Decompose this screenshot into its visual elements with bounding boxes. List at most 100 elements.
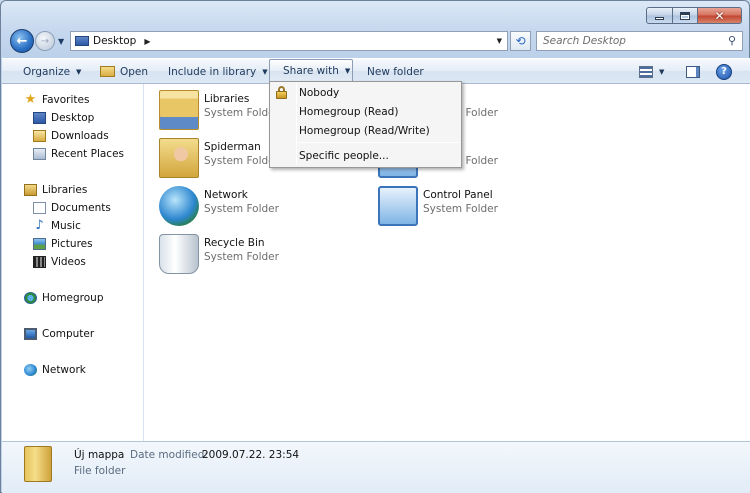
forward-button[interactable]: → (35, 31, 55, 51)
close-button[interactable]: ✕ (698, 7, 742, 24)
maximize-button[interactable] (673, 7, 698, 24)
desktop-icon (75, 36, 89, 46)
item-type: System Folder (204, 155, 279, 167)
nav-item-label: Desktop (51, 112, 95, 124)
libraries-icon (24, 184, 37, 196)
nav-item-videos[interactable]: Videos (33, 256, 86, 268)
item-name: Libraries (204, 93, 250, 105)
list-item-libraries[interactable]: Libraries System Folder (159, 90, 279, 130)
share-label: Share with (283, 65, 339, 77)
menu-item-label: Specific people... (299, 149, 389, 162)
item-type: System Folder (204, 107, 279, 119)
back-arrow-icon: ← (16, 33, 28, 49)
recycle-bin-icon (159, 234, 199, 274)
libraries-folder-icon (159, 90, 199, 130)
address-bar[interactable]: Desktop ▶ ▼ (70, 31, 508, 51)
user-folder-icon (159, 138, 199, 178)
nav-favorites[interactable]: ★ Favorites (24, 92, 90, 107)
refresh-button[interactable]: ⟲ (510, 31, 531, 51)
menu-item-homegroup-read[interactable]: Homegroup (Read) (272, 102, 459, 121)
nav-favorites-label: Favorites (42, 94, 90, 106)
breadcrumb-desktop[interactable]: Desktop (93, 35, 136, 47)
item-type: System Folder (423, 203, 498, 215)
nav-homegroup[interactable]: Homegroup (24, 292, 104, 304)
nav-computer-label: Computer (42, 328, 95, 340)
open-folder-icon (100, 66, 115, 77)
close-icon: ✕ (714, 8, 725, 23)
help-button[interactable]: ? (716, 59, 732, 84)
forward-arrow-icon: → (40, 35, 50, 47)
downloads-folder-icon (33, 130, 46, 142)
menu-item-label: Homegroup (Read/Write) (299, 124, 430, 137)
include-in-library-button[interactable]: Include in library ▼ (168, 59, 268, 84)
nav-item-label: Recent Places (51, 148, 125, 160)
search-icon[interactable]: ⚲ (728, 34, 736, 47)
nav-item-label: Downloads (51, 130, 109, 142)
computer-icon (24, 328, 37, 340)
organize-button[interactable]: Organize ▼ (23, 59, 81, 84)
minimize-button[interactable] (646, 7, 673, 24)
chevron-down-icon: ▼ (76, 67, 82, 76)
recent-pages-button[interactable]: ▼ (58, 37, 64, 46)
menu-separator (298, 142, 459, 143)
nav-item-label: Documents (51, 202, 111, 214)
breadcrumb-chevron-icon[interactable]: ▶ (144, 37, 150, 46)
chevron-down-icon: ▼ (344, 67, 351, 75)
nav-homegroup-label: Homegroup (42, 292, 104, 304)
documents-icon (33, 202, 46, 214)
menu-item-label: Nobody (299, 86, 340, 99)
nav-network[interactable]: Network (24, 364, 86, 376)
menu-item-nobody[interactable]: Nobody (272, 83, 459, 102)
nav-item-documents[interactable]: Documents (33, 202, 111, 214)
nav-item-desktop[interactable]: Desktop (33, 112, 94, 124)
nav-item-pictures[interactable]: Pictures (33, 238, 93, 250)
menu-item-homegroup-read-write[interactable]: Homegroup (Read/Write) (272, 121, 459, 140)
item-name: Control Panel (423, 189, 493, 201)
nav-computer[interactable]: Computer (24, 328, 94, 340)
open-label: Open (120, 65, 149, 78)
preview-pane-button[interactable] (686, 59, 700, 84)
chevron-down-icon: ▼ (262, 67, 268, 76)
organize-label: Organize (23, 65, 71, 78)
nav-item-label: Videos (51, 256, 86, 268)
star-icon: ★ (24, 92, 37, 107)
list-item-control-panel[interactable]: Control Panel System Folder (378, 186, 498, 226)
item-name: Recycle Bin (204, 237, 265, 249)
search-placeholder: Search Desktop (543, 35, 626, 47)
menu-item-specific-people[interactable]: Specific people... (272, 146, 459, 165)
nav-item-music[interactable]: ♪ Music (33, 218, 81, 233)
homegroup-icon (24, 292, 37, 304)
videos-icon (33, 256, 46, 268)
list-item-spiderman[interactable]: Spiderman System Folder (159, 138, 279, 178)
nav-item-downloads[interactable]: Downloads (33, 130, 109, 142)
network-globe-icon (159, 186, 199, 226)
change-view-button[interactable]: ▼ (639, 59, 664, 84)
search-input[interactable]: Search Desktop ⚲ (536, 31, 743, 51)
desktop-icon (33, 112, 46, 124)
nav-network-label: Network (42, 364, 86, 376)
caption-buttons: ✕ (646, 7, 742, 24)
item-type: System Folder (204, 203, 279, 215)
address-dropdown-icon[interactable]: ▼ (497, 37, 502, 45)
view-icon (639, 65, 653, 78)
nav-libraries[interactable]: Libraries (24, 184, 87, 196)
nav-libraries-label: Libraries (42, 184, 88, 196)
details-modified-value: 2009.07.22. 23:54 (202, 449, 300, 461)
open-button[interactable]: Open (100, 59, 148, 84)
minimize-icon (655, 17, 664, 20)
control-panel-icon (378, 186, 418, 226)
list-item-network[interactable]: Network System Folder (159, 186, 279, 226)
preview-pane-icon (686, 65, 700, 78)
nav-item-label: Pictures (51, 238, 93, 250)
share-with-button[interactable]: Share with ▼ (269, 59, 353, 83)
nav-item-recent-places[interactable]: Recent Places (33, 148, 124, 160)
list-item-recycle-bin[interactable]: Recycle Bin System Folder (159, 234, 279, 274)
explorer-window: ✕ ← → ▼ Desktop ▶ ▼ ⟲ Search Desktop ⚲ O… (0, 0, 750, 493)
music-icon: ♪ (35, 218, 44, 233)
back-button[interactable]: ← (10, 29, 34, 53)
chevron-down-icon[interactable]: ▼ (659, 68, 664, 76)
details-pane: Új mappa Date modified: 2009.07.22. 23:5… (2, 441, 750, 493)
network-icon (24, 364, 37, 376)
pictures-icon (33, 238, 46, 250)
include-label: Include in library (168, 65, 257, 78)
